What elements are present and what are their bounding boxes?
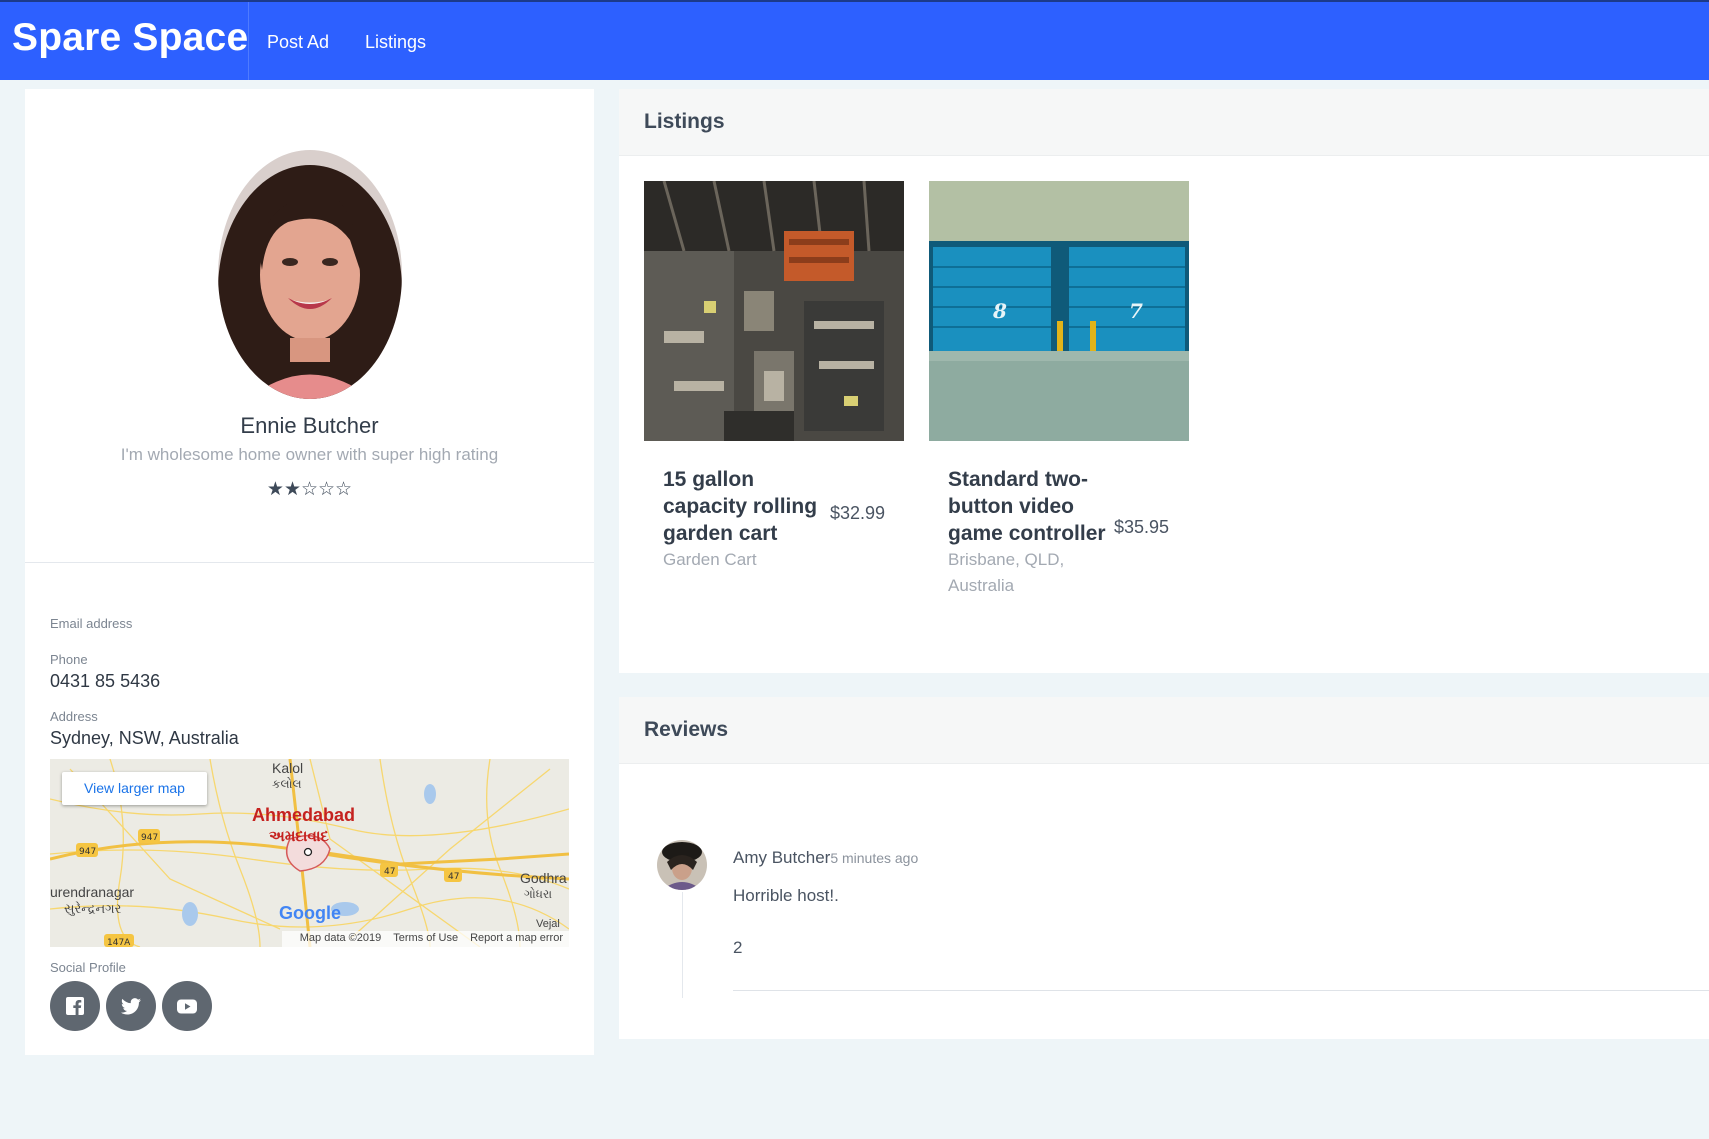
- road-47a: 47: [384, 867, 395, 877]
- location-map[interactable]: 947 947 47 47 147A Kalol કલોલ urendranag…: [50, 759, 569, 947]
- brand-logo[interactable]: Spare Space: [12, 16, 248, 60]
- road-947a: 947: [79, 847, 96, 857]
- road-47b: 47: [448, 872, 459, 882]
- profile-bio: I'm wholesome home owner with super high…: [120, 445, 499, 464]
- email-label: Email address: [50, 616, 133, 631]
- card-divider: [25, 562, 594, 563]
- review-author-name[interactable]: Amy Butcher: [733, 848, 830, 867]
- door-number-7: 7: [1129, 299, 1143, 323]
- nav-divider: [248, 2, 249, 80]
- map-label-kalol: Kalol: [272, 760, 303, 776]
- review-author: Amy Butcher5 minutes ago: [733, 848, 918, 868]
- profile-avatar: [218, 150, 402, 399]
- youtube-icon: [177, 999, 197, 1013]
- door-number-8: 8: [992, 299, 1007, 323]
- review-divider: [733, 990, 1709, 991]
- road-147a: 147A: [107, 938, 131, 947]
- map-label-surendranagar-guj: સુરેન્દ્રનગર: [64, 901, 122, 916]
- listing-title[interactable]: Standard two-button video game controlle…: [948, 466, 1113, 547]
- map-label-vejal: Vejal: [536, 918, 560, 930]
- map-report-link[interactable]: Report a map error: [470, 932, 563, 944]
- review-text: Horrible host!.: [733, 886, 839, 905]
- rating-stars: ★★☆☆☆: [266, 479, 353, 500]
- view-larger-map-button[interactable]: View larger map: [62, 772, 207, 805]
- map-label-godhra: Godhra: [520, 870, 567, 886]
- map-label-surendranagar: urendranagar: [50, 884, 134, 900]
- map-terms-link[interactable]: Terms of Use: [393, 932, 458, 944]
- listings-panel: Listings 15 gallon capacity rolling gard…: [619, 89, 1709, 673]
- map-label-kalol-guj: કલોલ: [272, 777, 302, 791]
- map-data-credit: Map data ©2019: [299, 932, 382, 944]
- map-label-godhra-guj: ગોધરા: [524, 887, 552, 901]
- listing-title[interactable]: 15 gallon capacity rolling garden cart: [663, 466, 828, 547]
- profile-card: Ennie Butcher I'm wholesome home owner w…: [25, 89, 594, 1055]
- road-947b: 947: [141, 833, 158, 843]
- listing-image[interactable]: 8 7: [929, 181, 1189, 441]
- youtube-button[interactable]: [162, 981, 212, 1031]
- social-label: Social Profile: [50, 960, 126, 975]
- listing-subtitle: Brisbane, QLD, Australia: [948, 550, 1065, 595]
- map-footer: Map data ©2019 Terms of Use Report a map e…: [281, 931, 569, 947]
- reviews-panel: Reviews Amy Butcher5 minutes ago Horribl…: [619, 697, 1709, 1039]
- twitter-button[interactable]: [106, 981, 156, 1031]
- facebook-button[interactable]: [50, 981, 100, 1031]
- phone-value: 0431 85 5436: [50, 671, 161, 691]
- map-label-ahmedabad: Ahmedabad: [252, 805, 355, 825]
- review-time: 5 minutes ago: [830, 850, 919, 866]
- review-number: 2: [733, 938, 743, 957]
- review-thread-line: [682, 892, 683, 998]
- facebook-icon: [66, 997, 84, 1015]
- navbar: Spare Space Post Ad Listings: [0, 0, 1709, 80]
- google-logo: Google: [279, 903, 341, 923]
- twitter-icon: [121, 997, 141, 1014]
- listing-price: $35.95: [1114, 517, 1170, 537]
- profile-name: Ennie Butcher: [240, 413, 379, 438]
- listings-heading: Listings: [619, 89, 1709, 156]
- phone-label: Phone: [50, 652, 88, 667]
- listing-subtitle: Garden Cart: [663, 550, 757, 569]
- nav-listings[interactable]: Listings: [365, 32, 426, 53]
- reviews-heading: Reviews: [619, 697, 1709, 764]
- map-label-ahmedabad-guj: અમદાવાદ: [269, 828, 329, 845]
- listing-image[interactable]: [644, 181, 904, 441]
- nav-post-ad[interactable]: Post Ad: [267, 32, 329, 53]
- reviewer-avatar: [657, 840, 707, 890]
- address-label: Address: [50, 709, 98, 724]
- address-value: Sydney, NSW, Australia: [50, 728, 239, 748]
- listing-price: $32.99: [830, 503, 886, 523]
